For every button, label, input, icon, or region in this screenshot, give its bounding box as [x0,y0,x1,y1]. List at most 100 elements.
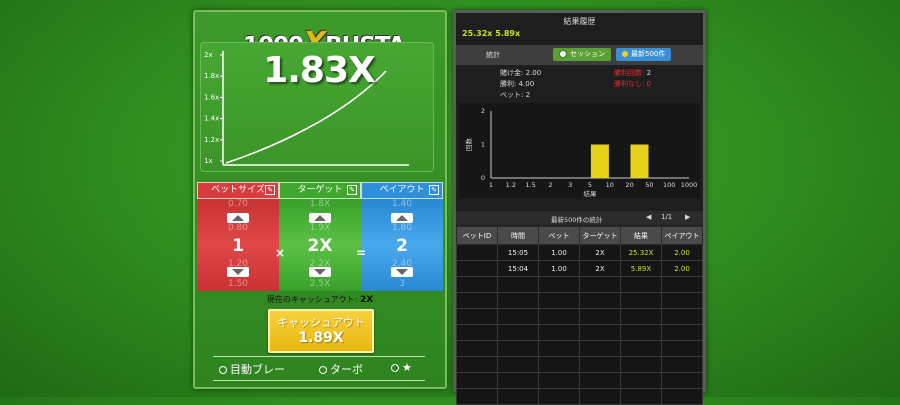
column-header: ベット [538,226,580,245]
histogram-x-tick: 1.2 [506,181,516,189]
current-cashout-label: 現在のキャッシュアウト: [266,295,358,304]
bet-next-value-2: 1.50 [227,279,249,289]
table-row [456,324,703,341]
stats-label: 統計 [486,51,500,59]
nav-title: 最新500件の統計 [551,216,603,224]
wins-stat: 勝利: 4.00 [500,79,534,89]
histogram-x-label: 結果 [584,189,598,198]
payout-reel: 1.40 1.80 2 2.40 3 [361,199,443,291]
radio-icon[interactable] [391,364,399,372]
table-cell [620,276,662,293]
auto-play-label: 目動ブレー [230,363,285,376]
favorite-option[interactable]: ★ [391,361,412,374]
payout-value[interactable]: 2 [361,235,443,257]
turbo-option[interactable]: ターボ [319,361,363,377]
graph-tick-label: 2x [204,51,213,59]
table-cell [661,324,703,341]
table-row [456,292,703,309]
table-cell [456,308,498,325]
target-header[interactable]: ターゲット ✎ [279,182,361,199]
loss-count-value: 0 [646,80,652,88]
loss-count-label: 勝利なし: [614,80,645,88]
tab-latest-500[interactable]: 最新500件 [616,48,672,61]
payout-header[interactable]: ペイアウト ✎ [361,182,443,199]
tab-session-label: セッション [570,50,605,58]
bet-size-header[interactable]: ベットサイズ ✎ [197,182,279,199]
payout-next-value-2: 3 [399,279,405,289]
star-icon: ★ [402,361,412,374]
histogram-x-tick: 1 [489,181,493,189]
table-cell [456,340,498,357]
histogram-x-tick: 20 [625,181,633,189]
target-prev-value: 1.8X [309,199,331,209]
table-cell: 1.00 [538,244,580,261]
edit-icon[interactable]: ✎ [347,185,357,195]
bet-size-label: ベットサイズ [211,185,265,195]
bet-total-stat: 賭け金: 2.00 [500,68,541,78]
current-cashout-info: 現在のキャッシュアウト: 2X [195,294,445,305]
cashout-button-value: 1.89X [298,330,344,346]
table-cell [661,292,703,309]
wins-label: 勝利: [500,80,517,88]
bet-prev-value-2: 0.80 [227,223,249,233]
histogram-x-tick: 2 [548,181,552,189]
radio-icon[interactable] [219,366,227,374]
table-row: 15:04 1.00 2X 5.89X 2.00 [456,260,703,277]
payout-prev-value-2: 1.80 [391,223,413,233]
table-cell [497,372,539,389]
graph-tick-label: 1x [204,157,213,165]
table-cell [538,356,580,373]
tab-session[interactable]: セッション [553,48,611,61]
histogram-bar [590,144,609,178]
target-decrease-button[interactable] [309,267,331,277]
game-screen: { "game": { "logo_left": "1000", "logo_x… [0,0,900,405]
auto-play-option[interactable]: 目動ブレー [219,361,285,377]
column-header: ペイアウト [661,226,703,245]
prev-page-button[interactable]: ◀ [646,213,651,221]
table-row [456,276,703,293]
table-cell [456,372,498,389]
bet-decrease-button[interactable] [227,267,249,277]
table-cell [456,324,498,341]
radio-icon[interactable] [319,366,327,374]
turbo-label: ターボ [330,363,363,376]
table-cell [620,356,662,373]
edit-icon[interactable]: ✎ [429,185,439,195]
next-page-button[interactable]: ▶ [685,213,690,221]
win-count-value: 2 [646,69,652,77]
target-value[interactable]: 2X [279,235,361,257]
histogram-svg: 0121 1.2 1.5 2 3 5 10 20 50 100 1000結果回数 [464,107,698,198]
histogram-y-tick: 2 [481,107,485,115]
table-cell [456,244,498,261]
payout-increase-button[interactable] [391,213,413,223]
table-cell [661,372,703,389]
bet-total-label: 賭け金: [500,69,524,77]
bet-size-control: ベットサイズ ✎ 0.70 0.80 1 1.20 1.50 [197,182,279,291]
histogram-x-tick: 1000 [681,181,698,189]
table-cell [579,340,621,357]
bet-size-value[interactable]: 1 [197,235,279,257]
tab-latest-500-label: 最新500件 [631,50,666,58]
histogram-x-tick: 100 [663,181,675,189]
table-header: ベットID 時間 ベット ターゲット 結果 ペイアウト [456,226,703,245]
radio-icon [559,50,567,58]
table-cell [497,276,539,293]
multiply-sign: × [275,246,286,260]
target-increase-button[interactable] [309,213,331,223]
results-panel: 結果履歴 25.32x 5.89x 統計 セッション 最新500件 賭け金: 2… [453,10,706,405]
table-cell: 2X [579,244,621,261]
column-header: ベットID [456,226,498,245]
stats-tab-bar: 統計 セッション 最新500件 [456,45,703,65]
edit-icon[interactable]: ✎ [265,185,275,195]
equals-sign: = [356,246,367,260]
table-cell: 15:05 [497,244,539,261]
win-count-label: 勝利回数: [614,69,645,77]
table-cell [620,292,662,309]
histogram-x-tick: 3 [568,181,572,189]
bet-increase-button[interactable] [227,213,249,223]
bets-stat: ベット: 2 [500,90,530,100]
payout-decrease-button[interactable] [391,267,413,277]
cashout-button[interactable]: キャッシュアウト 1.89X [268,309,374,353]
table-row: 15:05 1.00 2X 25.32X 2.00 [456,244,703,261]
graph-tick-label: 1.2x [204,136,219,144]
